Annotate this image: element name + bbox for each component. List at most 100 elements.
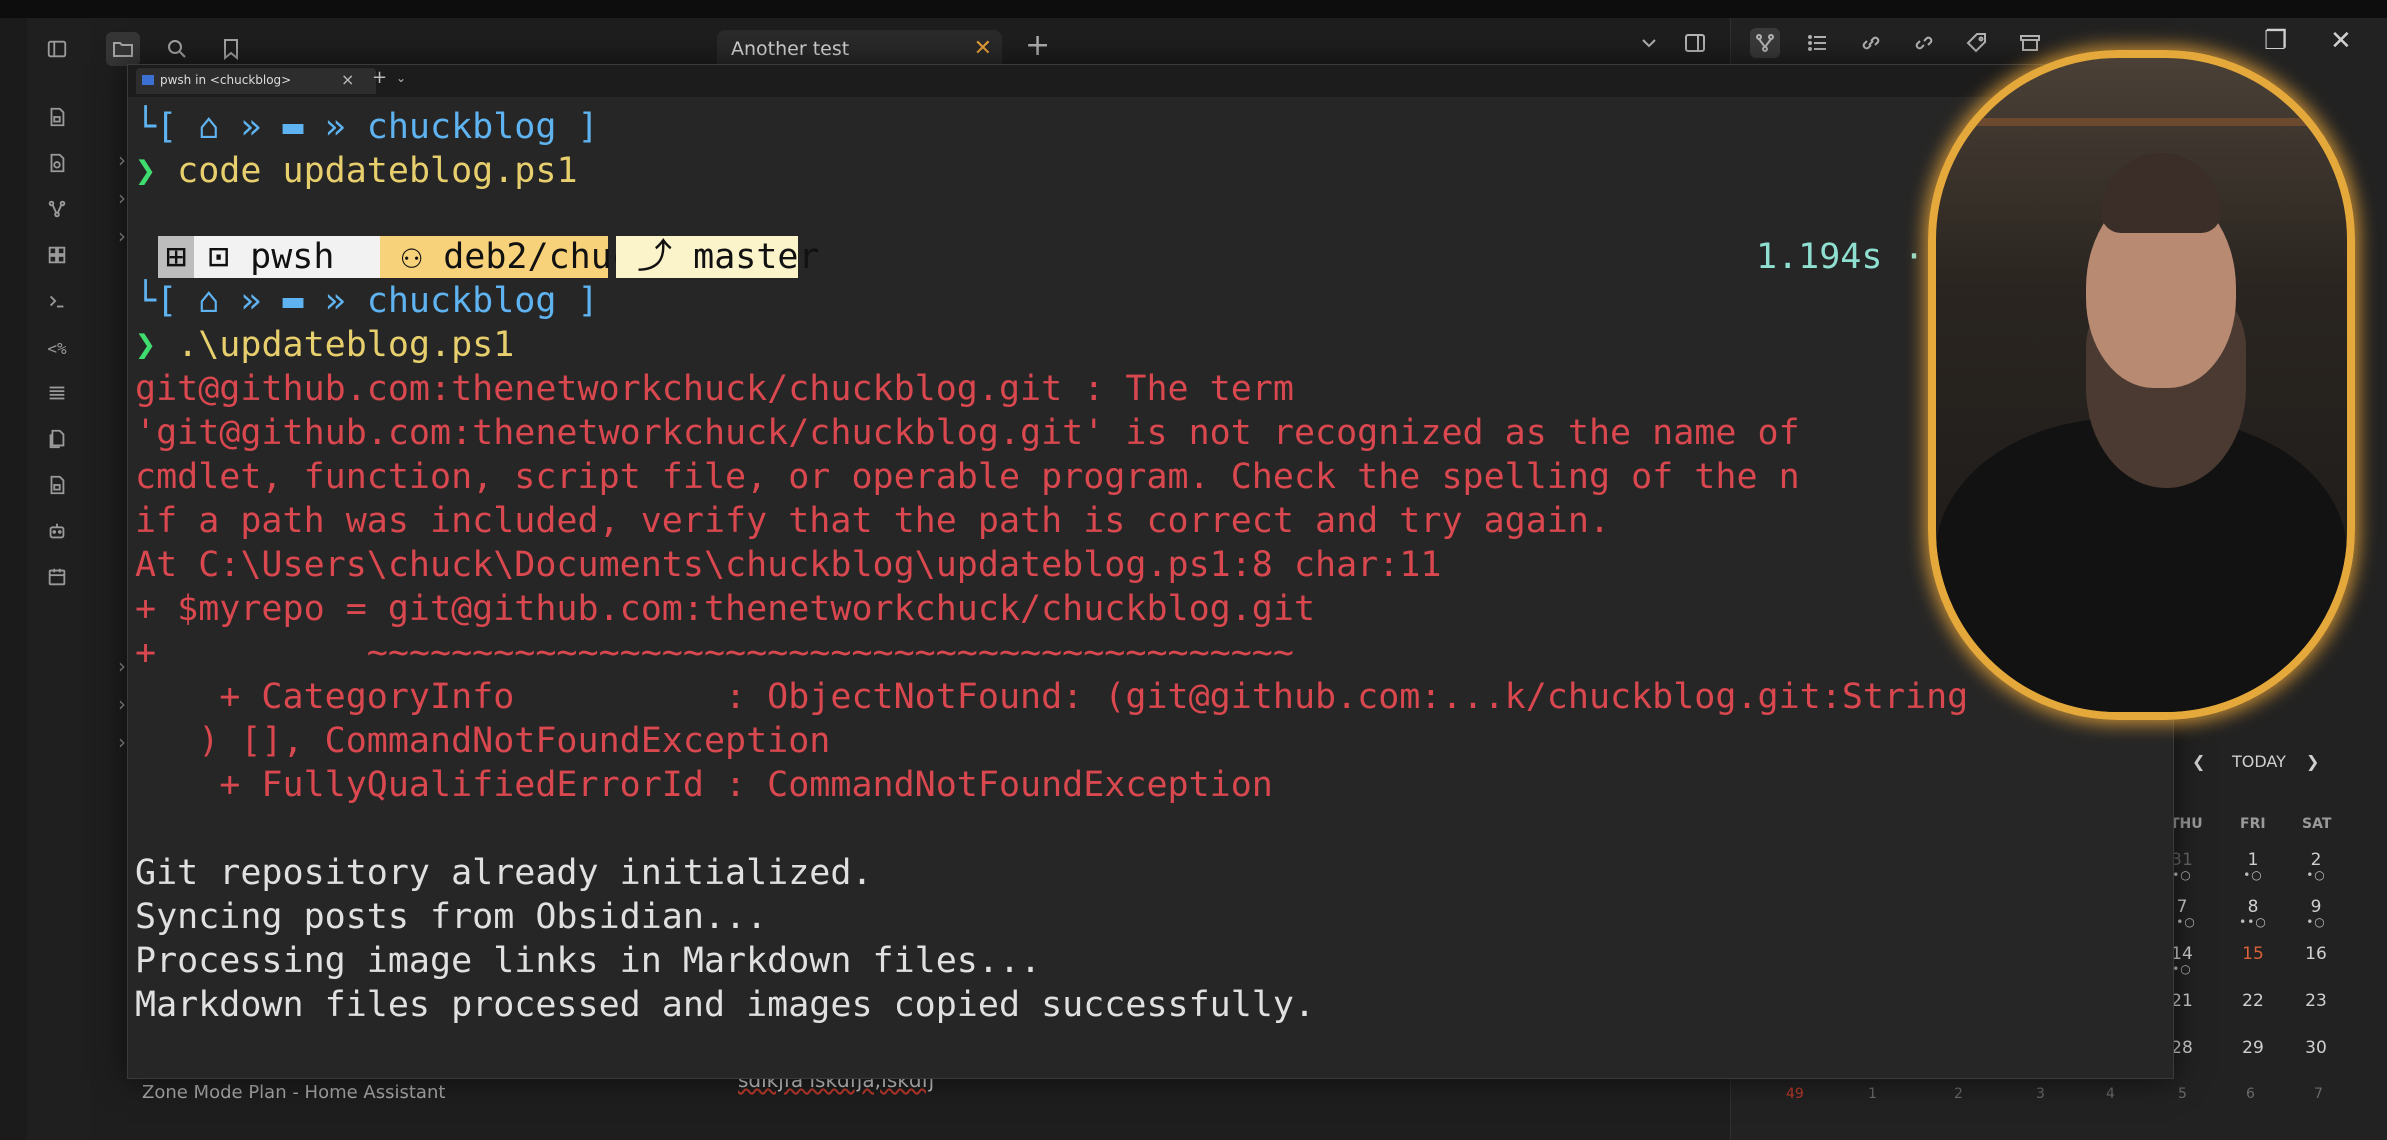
canvas-icon[interactable] (44, 244, 70, 270)
restore-window-icon[interactable]: ❐ (2264, 26, 2287, 56)
event-dots: •○ (2306, 915, 2326, 929)
tab-title: Another test (731, 38, 850, 60)
close-window-icon[interactable]: ✕ (2330, 26, 2352, 56)
chevron-right-icon[interactable]: › (118, 730, 126, 754)
week-number: 49 (1786, 1086, 1804, 1102)
weekday-header: FRI (2240, 816, 2266, 832)
calendar-day[interactable]: 1 (2233, 850, 2273, 870)
event-dots: ••○ (2239, 915, 2267, 929)
powershell-icon (142, 75, 154, 85)
sidebar-toggle-icon[interactable] (44, 38, 70, 64)
weekday-header: SAT (2302, 816, 2332, 832)
today-button[interactable]: TODAY (2232, 752, 2286, 771)
output-line: Processing image links in Markdown files… (135, 941, 1042, 981)
folder-icon[interactable] (106, 32, 140, 66)
close-tab-icon[interactable]: ✕ (974, 36, 992, 61)
calendar-day[interactable]: 8 (2233, 897, 2273, 917)
robot-icon[interactable] (44, 520, 70, 546)
bookmark-icon[interactable] (214, 32, 248, 66)
chevron-right-icon[interactable]: › (118, 186, 126, 210)
graph-view-icon[interactable] (44, 198, 70, 224)
chevron-down-icon[interactable] (1634, 28, 1664, 58)
weekday-header: THU (2170, 816, 2203, 832)
terminal-window[interactable]: pwsh in <chuckblog> × + ⌄ └[ ⌂ » ▬ » chu… (127, 64, 2174, 1079)
terminal-tab-title: pwsh in <chuckblog> (160, 73, 292, 87)
error-line: git@github.com:thenetworkchuck/chuckblog… (135, 369, 1294, 409)
calendar-day[interactable]: 9 (2296, 897, 2336, 917)
error-line: + FullyQualifiedErrorId : CommandNotFoun… (135, 765, 1273, 805)
error-line: 'git@github.com:thenetworkchuck/chuckblo… (135, 413, 1800, 453)
calendar-day[interactable]: 30 (2296, 1038, 2336, 1058)
chevron-right-icon[interactable]: › (118, 692, 126, 716)
terminal-tab[interactable]: pwsh in <chuckblog> × (136, 68, 376, 94)
calendar-day[interactable]: 23 (2296, 991, 2336, 1011)
person-hair (2101, 153, 2221, 233)
event-dots: •○ (2243, 868, 2263, 882)
calendar-day[interactable]: 29 (2233, 1038, 2273, 1058)
output-line: Syncing posts from Obsidian... (135, 897, 768, 937)
week-number: 3 (2036, 1086, 2045, 1102)
week-number: 5 (2178, 1086, 2187, 1102)
outline-icon[interactable] (1803, 28, 1833, 58)
outgoing-links-icon[interactable] (1856, 28, 1886, 58)
command-text: .\updateblog.ps1 (177, 325, 515, 365)
error-line: ) [], CommandNotFoundException (135, 721, 831, 761)
error-line: cmdlet, function, script file, or operab… (135, 457, 1800, 497)
lock-file-icon[interactable] (44, 106, 70, 132)
error-line: + ~~~~~~~~~~~~~~~~~~~~~~~~~~~~~~~~~~~~~~… (135, 633, 1294, 673)
sidebar-file-item[interactable]: Zone Mode Plan - Home Assistant (142, 1082, 445, 1103)
search-icon[interactable] (160, 32, 194, 66)
right-sidebar-toggle-icon[interactable] (1680, 28, 1710, 58)
output-line: Git repository already initialized. (135, 853, 873, 893)
command-text: code updateblog.ps1 (177, 151, 578, 191)
calendar-day[interactable]: 2 (2296, 850, 2336, 870)
calendar-day[interactable]: 16 (2296, 944, 2336, 964)
output-line: Markdown files processed and images copi… (135, 985, 1316, 1025)
file-copy-icon[interactable] (44, 428, 70, 454)
list-icon[interactable] (44, 382, 70, 408)
prompt-line: └[ ⌂ » ▬ » chuckblog ] (135, 281, 599, 321)
branch-segment: ⤴ master (616, 236, 841, 278)
webcam-overlay (1928, 50, 2355, 720)
calendar-icon[interactable] (44, 566, 70, 592)
file-search-icon[interactable] (44, 152, 70, 178)
backlinks-icon[interactable] (1750, 28, 1780, 58)
command-line: ❯ .\updateblog.ps1 (135, 323, 514, 367)
chevron-right-icon[interactable]: › (118, 654, 126, 678)
command-line: ❯ code updateblog.ps1 (135, 149, 578, 193)
unlinked-icon[interactable] (1909, 28, 1939, 58)
calendar-day[interactable]: 22 (2233, 991, 2273, 1011)
week-number: 6 (2246, 1086, 2255, 1102)
terminal-titlebar: pwsh in <chuckblog> × + ⌄ (128, 65, 2173, 97)
error-line: At C:\Users\chuck\Documents\chuckblog\up… (135, 545, 1442, 585)
shelf (1976, 118, 2306, 126)
windows-icon: ⊞ (158, 236, 194, 278)
top-strip (0, 0, 2387, 18)
tags-icon[interactable] (1962, 28, 1992, 58)
error-line: if a path was included, verify that the … (135, 501, 1611, 541)
previous-month-icon[interactable]: ❮ (2192, 752, 2205, 771)
left-ribbon: <% (27, 18, 91, 1140)
prompt-arrow: ❯ (135, 325, 178, 365)
week-number: 2 (1954, 1086, 1963, 1102)
new-tab-button[interactable]: + (1025, 28, 1050, 63)
chevron-down-icon[interactable]: ⌄ (396, 71, 406, 85)
new-terminal-tab-icon[interactable]: + (372, 67, 387, 88)
template-icon[interactable]: <% (44, 336, 70, 362)
archive-icon[interactable] (2015, 28, 2045, 58)
user-segment: ⚇ deb2/chuck (380, 236, 676, 278)
calendar-day-today[interactable]: 15 (2233, 944, 2273, 964)
week-number: 4 (2106, 1086, 2115, 1102)
week-number: 7 (2314, 1086, 2323, 1102)
shell-segment: ⊡ pwsh (194, 236, 380, 278)
error-line: + $myrepo = git@github.com:thenetworkchu… (135, 589, 1316, 629)
close-tab-icon[interactable]: × (341, 70, 354, 89)
prompt-line: └[ ⌂ » ▬ » chuckblog ] (135, 107, 599, 147)
terminal-icon[interactable] (44, 290, 70, 316)
chevron-right-icon[interactable]: › (118, 224, 126, 248)
next-month-icon[interactable]: ❯ (2306, 752, 2319, 771)
error-line: + CategoryInfo : ObjectNotFound: (git@gi… (135, 677, 1969, 717)
chevron-right-icon[interactable]: › (118, 148, 126, 172)
lock-note-icon[interactable] (44, 474, 70, 500)
event-dots: •○ (2306, 868, 2326, 882)
